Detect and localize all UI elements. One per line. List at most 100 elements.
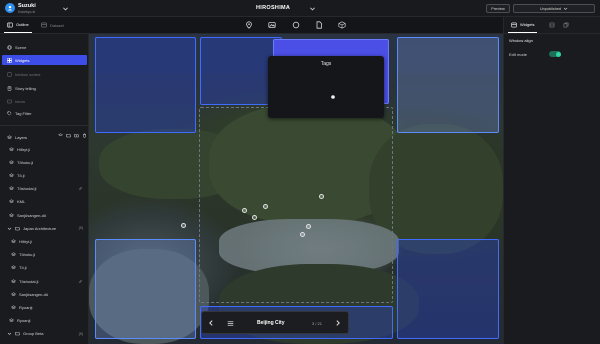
widget-zone-bottom-right[interactable]: [397, 239, 499, 339]
outline-item-story-telling[interactable]: Story telling: [2, 83, 87, 93]
layer-label: Group Beta: [23, 331, 44, 337]
tags-widget[interactable]: Tags: [268, 56, 384, 118]
layers-actions: [58, 133, 87, 138]
tab-outline[interactable]: Outline: [4, 17, 32, 33]
layer-item[interactable]: Tōhoku.ji: [2, 250, 87, 260]
chevron-down-icon[interactable]: [7, 226, 12, 231]
chevron-down-icon: [563, 7, 568, 10]
trash-icon[interactable]: [82, 133, 87, 138]
intro-icon: [7, 99, 12, 103]
layer-icon: [11, 305, 16, 309]
edit-mode-toggle[interactable]: [549, 51, 561, 57]
file-icon[interactable]: [315, 21, 323, 29]
layer-group-item[interactable]: Group Beta (9): [2, 329, 87, 339]
chevron-down-icon[interactable]: [7, 331, 12, 336]
list-icon[interactable]: [227, 320, 234, 327]
tab-dataset[interactable]: Dataset: [38, 17, 67, 33]
tab-widgets[interactable]: Widgets: [508, 17, 538, 33]
tags-widget-title: Tags: [320, 61, 332, 67]
map-marker[interactable]: [242, 208, 247, 213]
preview-button-label: Preview: [491, 6, 505, 11]
workspace-avatar[interactable]: [5, 3, 15, 13]
window-align-title: Window align: [509, 38, 533, 43]
add-folder-icon[interactable]: [74, 133, 79, 138]
add-layer-icon[interactable]: [58, 133, 63, 138]
right-tab-row: Widgets: [504, 17, 600, 34]
layer-item[interactable]: Hiltryt.ji: [2, 236, 87, 246]
preview-button[interactable]: Preview: [486, 4, 510, 13]
chevron-down-icon[interactable]: [309, 5, 316, 12]
layer-icon: [11, 252, 16, 257]
layer-item[interactable]: Sanjūsangen-dō: [2, 210, 87, 220]
layer-label: Sanjūsangen-dō: [17, 212, 47, 218]
map-marker[interactable]: [306, 224, 311, 229]
publish-status-label: Unpublished: [539, 6, 562, 11]
map-viewport[interactable]: Tags Beijing City 3 / 21: [89, 34, 503, 344]
layer-item[interactable]: Tō.ji: [2, 170, 87, 180]
map-marker[interactable]: [181, 223, 186, 228]
layer-icon: [9, 160, 14, 164]
outline-item-label: Story telling: [15, 85, 36, 91]
tab-dataset-label: Dataset: [50, 22, 64, 28]
layer-item[interactable]: Tō.ji: [2, 263, 87, 273]
outline-item-label: Scene: [15, 44, 27, 50]
workspace-subtitle: Kokekyo-ki: [18, 10, 36, 14]
layer-icon: [11, 265, 16, 270]
story-title: Beijing City: [257, 320, 285, 326]
outline-item-label: Intros: [15, 98, 26, 104]
layer-item[interactable]: Ryoanji: [2, 302, 87, 312]
layer-label: Ryoanji: [19, 304, 33, 310]
layer-icon: [11, 292, 16, 296]
layer-icon: [9, 186, 14, 191]
outline-item-label: Infobox sorted: [15, 71, 41, 77]
outline-item-intros[interactable]: Intros: [2, 96, 87, 106]
user-icon: [7, 5, 13, 11]
left-panel: Scene Widgets Infobox sorted Story telli…: [0, 34, 89, 344]
layer-label: Sanjūsangen-dō: [19, 291, 49, 297]
outline-item-scene[interactable]: Scene: [2, 42, 87, 52]
widget-zone-top-right[interactable]: [397, 37, 499, 133]
layer-label: Tōhoku.ji: [17, 159, 34, 165]
layer-group-item[interactable]: Japan Architecture (9): [2, 223, 87, 233]
outline-item-infobox[interactable]: Infobox sorted: [2, 69, 87, 79]
map-marker[interactable]: [319, 194, 324, 199]
chevron-down-icon[interactable]: [62, 5, 69, 12]
layer-icon: [9, 173, 14, 177]
cube-icon[interactable]: [338, 21, 346, 29]
project-title[interactable]: HIROSHIMA: [256, 5, 290, 11]
folder-icon[interactable]: [66, 133, 71, 138]
map-pin-icon[interactable]: [245, 21, 253, 29]
layer-label: Tōshodai.ji: [17, 186, 37, 192]
layer-label: Tō.ji: [17, 172, 25, 178]
widget-zone-top-left[interactable]: [95, 37, 196, 133]
layer-count: (9): [78, 226, 83, 231]
tab-copy[interactable]: [560, 17, 572, 33]
map-marker[interactable]: [252, 215, 257, 220]
tab-extension[interactable]: [546, 17, 558, 33]
layer-item[interactable]: Tōshodai.ji: [2, 276, 87, 286]
image-icon[interactable]: [268, 21, 276, 29]
publish-status-button[interactable]: Unpublished: [513, 4, 595, 13]
layer-item[interactable]: Hiltryt.ji: [2, 144, 87, 154]
outline-item-tag-filter[interactable]: Tag Filter: [2, 108, 87, 118]
map-marker[interactable]: [300, 232, 305, 237]
outline-item-widgets[interactable]: Widgets: [2, 55, 87, 65]
widget-zone-bottom-left[interactable]: [95, 239, 196, 339]
layer-label: Tō.ji: [19, 265, 27, 271]
layer-item[interactable]: Ryoanji: [2, 316, 87, 326]
map-marker[interactable]: [263, 204, 268, 209]
workspace-name[interactable]: Suzuki: [18, 3, 36, 9]
copy-icon: [563, 22, 569, 28]
widget-zone-center[interactable]: [199, 107, 393, 303]
layer-icon: [11, 278, 16, 283]
layer-label: Hiltryt.ji: [19, 238, 33, 244]
layer-icon: [11, 239, 16, 243]
layer-item[interactable]: Tōhoku.ji: [2, 157, 87, 167]
circle-icon[interactable]: [292, 21, 300, 29]
layer-item[interactable]: Tōshodai.ji: [2, 184, 87, 194]
layer-item[interactable]: KML: [2, 197, 87, 207]
layer-item[interactable]: Sanjūsangen-dō: [2, 289, 87, 299]
layers-label: Layers: [15, 134, 28, 140]
chevron-right-icon[interactable]: [334, 319, 342, 327]
chevron-left-icon[interactable]: [207, 319, 215, 327]
